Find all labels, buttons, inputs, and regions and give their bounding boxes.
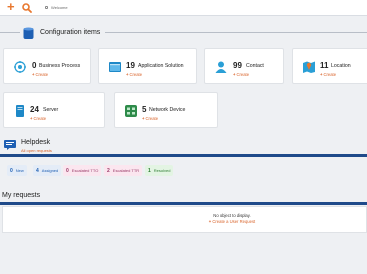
helpdesk-title: Helpdesk [21, 139, 51, 146]
badge-resolved[interactable]: 1 Resolved [145, 165, 174, 176]
config-items-header: Configuration items [0, 24, 367, 42]
divider [105, 32, 367, 33]
create-user-request-link[interactable]: + Create a User Request [0, 219, 367, 224]
card-application-solution[interactable]: 19 Application Solution +Create [98, 48, 197, 84]
empty-message: No object to display. [213, 213, 251, 218]
server-icon [16, 105, 24, 117]
create-link[interactable]: +Create [30, 116, 46, 121]
create-link[interactable]: +Create [126, 72, 142, 77]
card-contact[interactable]: 99 Contact +Create [204, 48, 284, 84]
database-icon [23, 27, 34, 39]
create-link[interactable]: +Create [142, 116, 158, 121]
card-label: Network Device [149, 106, 186, 113]
create-link[interactable]: +Create [233, 72, 249, 77]
my-requests-divider [0, 202, 367, 205]
card-server[interactable]: 24 Server +Create [3, 92, 105, 128]
helpdesk-subtitle[interactable]: All open requests [21, 148, 52, 153]
top-bar: + Welcome [0, 0, 367, 16]
create-link[interactable]: +Create [32, 72, 48, 77]
card-label: Contact [246, 62, 264, 69]
business-process-icon [14, 61, 26, 73]
card-count: 5 [142, 105, 147, 114]
search-icon[interactable] [22, 3, 32, 13]
plus-icon[interactable]: + [7, 0, 15, 13]
create-link[interactable]: +Create [320, 72, 336, 77]
card-count: 19 [126, 61, 135, 70]
card-count: 11 [320, 61, 329, 70]
card-count: 0 [32, 61, 37, 70]
card-label: Server [43, 106, 59, 113]
card-count: 99 [233, 61, 242, 70]
helpdesk-divider [0, 154, 367, 157]
badge-assigned[interactable]: 4 Assigned [33, 165, 62, 176]
my-requests-title: My requests [2, 192, 41, 199]
badge-escalated-ttr[interactable]: 2 Escalated TTR [104, 165, 143, 176]
config-items-title: Configuration items [40, 29, 101, 36]
card-label: Business Process [39, 62, 81, 69]
divider [0, 32, 20, 33]
breadcrumb-label: Welcome [51, 5, 68, 10]
card-location[interactable]: 11 Location +Create [292, 48, 367, 84]
helpdesk-icon [4, 140, 16, 150]
home-icon [45, 6, 48, 9]
card-business-process[interactable]: 0 Business Process +Create [3, 48, 91, 84]
card-network-device[interactable]: 5 Network Device +Create [114, 92, 218, 128]
card-label: Application Solution [138, 62, 184, 69]
breadcrumb[interactable]: Welcome [45, 5, 68, 10]
badge-escalated-tto[interactable]: 0 Escalated TTO [63, 165, 102, 176]
card-count: 24 [30, 105, 39, 114]
application-solution-icon [109, 62, 121, 72]
network-device-icon [125, 105, 137, 117]
contact-icon [215, 61, 227, 73]
badge-new[interactable]: 0 New [7, 165, 27, 176]
card-label: Location [331, 62, 351, 69]
location-icon [303, 61, 315, 73]
